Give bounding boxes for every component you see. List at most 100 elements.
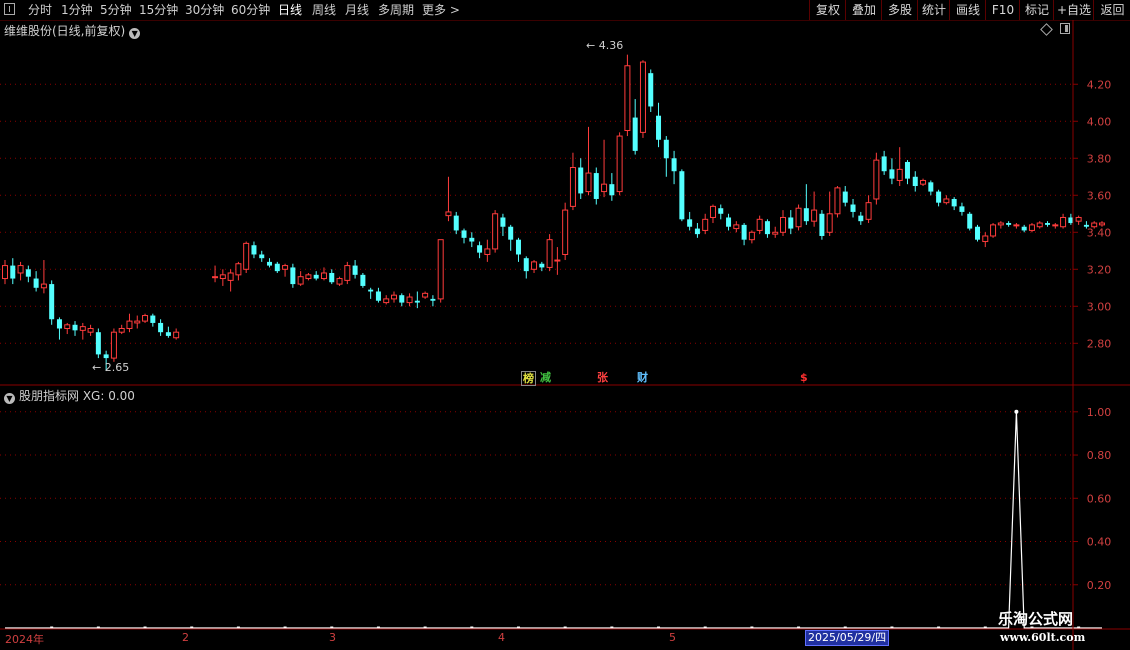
price-tick-label: 4.20 bbox=[1087, 78, 1112, 91]
candle-body bbox=[87, 327, 94, 333]
candle-body bbox=[967, 213, 973, 229]
candle-body bbox=[336, 278, 343, 285]
candle bbox=[422, 291, 429, 299]
candle bbox=[709, 204, 716, 224]
candle-body bbox=[235, 263, 242, 276]
candle-body bbox=[477, 245, 483, 253]
candle-body bbox=[1083, 224, 1089, 227]
date-month-3: 3 bbox=[329, 631, 336, 644]
candle bbox=[764, 219, 770, 238]
candle-body bbox=[639, 61, 646, 133]
chevron-down-icon[interactable]: ▼ bbox=[4, 393, 15, 404]
event-tag-jian[interactable]: 减 bbox=[539, 371, 552, 384]
candle bbox=[850, 198, 856, 218]
candle-body bbox=[896, 168, 903, 181]
indicator-tick-label: 0.80 bbox=[1087, 449, 1112, 462]
candle-body bbox=[110, 331, 117, 359]
candle bbox=[165, 326, 171, 338]
event-tag-dollar[interactable]: $ bbox=[799, 371, 809, 384]
indicator-title: ▼ 股朋指标网 XG: 0.00 bbox=[4, 387, 135, 404]
candle-body bbox=[33, 278, 39, 288]
event-tag-zhang[interactable]: 张 bbox=[596, 371, 609, 384]
candle-body bbox=[748, 231, 755, 241]
candle bbox=[267, 258, 273, 268]
candle bbox=[904, 160, 910, 185]
candle-body bbox=[1045, 223, 1051, 225]
candle-body bbox=[593, 173, 599, 199]
candle-body bbox=[1036, 222, 1043, 228]
candle-body bbox=[1013, 224, 1020, 227]
candle bbox=[795, 204, 802, 231]
candle-body bbox=[865, 202, 872, 220]
candle-body bbox=[1091, 222, 1098, 228]
candle bbox=[329, 269, 335, 285]
candle bbox=[609, 173, 615, 201]
candle-body bbox=[702, 218, 709, 231]
candle bbox=[56, 317, 62, 340]
candle-body bbox=[72, 324, 78, 331]
candle bbox=[274, 261, 280, 273]
candle bbox=[997, 221, 1004, 229]
candle bbox=[142, 313, 149, 323]
candle-body bbox=[904, 161, 910, 179]
candle bbox=[826, 191, 833, 236]
candle-body bbox=[95, 332, 101, 355]
candle-body bbox=[173, 331, 180, 339]
candle bbox=[780, 210, 786, 236]
candle-body bbox=[1021, 226, 1027, 231]
candle-body bbox=[391, 294, 397, 300]
event-tag-bang[interactable]: 榜 bbox=[521, 371, 536, 386]
candle-body bbox=[437, 239, 444, 300]
candle bbox=[632, 99, 638, 155]
candle-body bbox=[569, 167, 576, 207]
candle bbox=[212, 265, 219, 283]
candle-body bbox=[819, 213, 825, 236]
price-tick-label: 3.60 bbox=[1087, 189, 1112, 202]
candle bbox=[1045, 221, 1051, 227]
indicator-tick-label: 0.20 bbox=[1087, 579, 1112, 592]
watermark-title: 乐淘公式网 bbox=[998, 610, 1074, 628]
kline-chart-canvas[interactable]: 2.80 3.00 3.20 3.40 3.60 3.80 4.00 4.20 0.20 0.4… bbox=[0, 0, 1130, 650]
candle-body bbox=[344, 265, 351, 281]
candle bbox=[656, 102, 662, 148]
candle-body bbox=[881, 156, 887, 172]
candle bbox=[445, 176, 452, 222]
candle-body bbox=[531, 261, 538, 270]
candle bbox=[593, 167, 599, 205]
candle-body bbox=[873, 159, 880, 200]
candle-body bbox=[251, 245, 257, 255]
candle bbox=[881, 150, 887, 175]
xg-signal-series bbox=[5, 409, 1102, 630]
candle-body bbox=[25, 269, 31, 277]
candle-body bbox=[764, 221, 770, 235]
candle-body bbox=[920, 179, 927, 185]
candle bbox=[873, 152, 880, 205]
candle bbox=[79, 322, 86, 340]
candle-body bbox=[469, 237, 475, 242]
candle-body bbox=[399, 295, 405, 303]
watermark-url: www.60lt.com bbox=[1000, 631, 1086, 644]
event-tag-cai[interactable]: 财 bbox=[636, 371, 649, 384]
candle bbox=[616, 132, 623, 196]
candle-body bbox=[453, 215, 459, 231]
candle bbox=[718, 204, 724, 220]
candle bbox=[748, 230, 755, 244]
xg-line bbox=[5, 411, 1102, 629]
candle-body bbox=[17, 265, 24, 274]
candle-body bbox=[267, 261, 273, 266]
candle bbox=[110, 328, 117, 362]
candle-body bbox=[368, 289, 374, 292]
candle-body bbox=[1028, 224, 1035, 231]
candle-body bbox=[523, 258, 529, 272]
candle-body bbox=[150, 315, 156, 323]
candle-body bbox=[733, 224, 740, 230]
candle bbox=[158, 319, 164, 336]
candle bbox=[967, 211, 973, 231]
candle bbox=[741, 223, 747, 246]
candle-body bbox=[422, 292, 429, 298]
candle bbox=[305, 272, 312, 281]
indicator-tick-label: 0.60 bbox=[1087, 492, 1112, 505]
candle-body bbox=[601, 183, 608, 193]
candle bbox=[437, 239, 444, 303]
candle-body bbox=[142, 315, 149, 322]
